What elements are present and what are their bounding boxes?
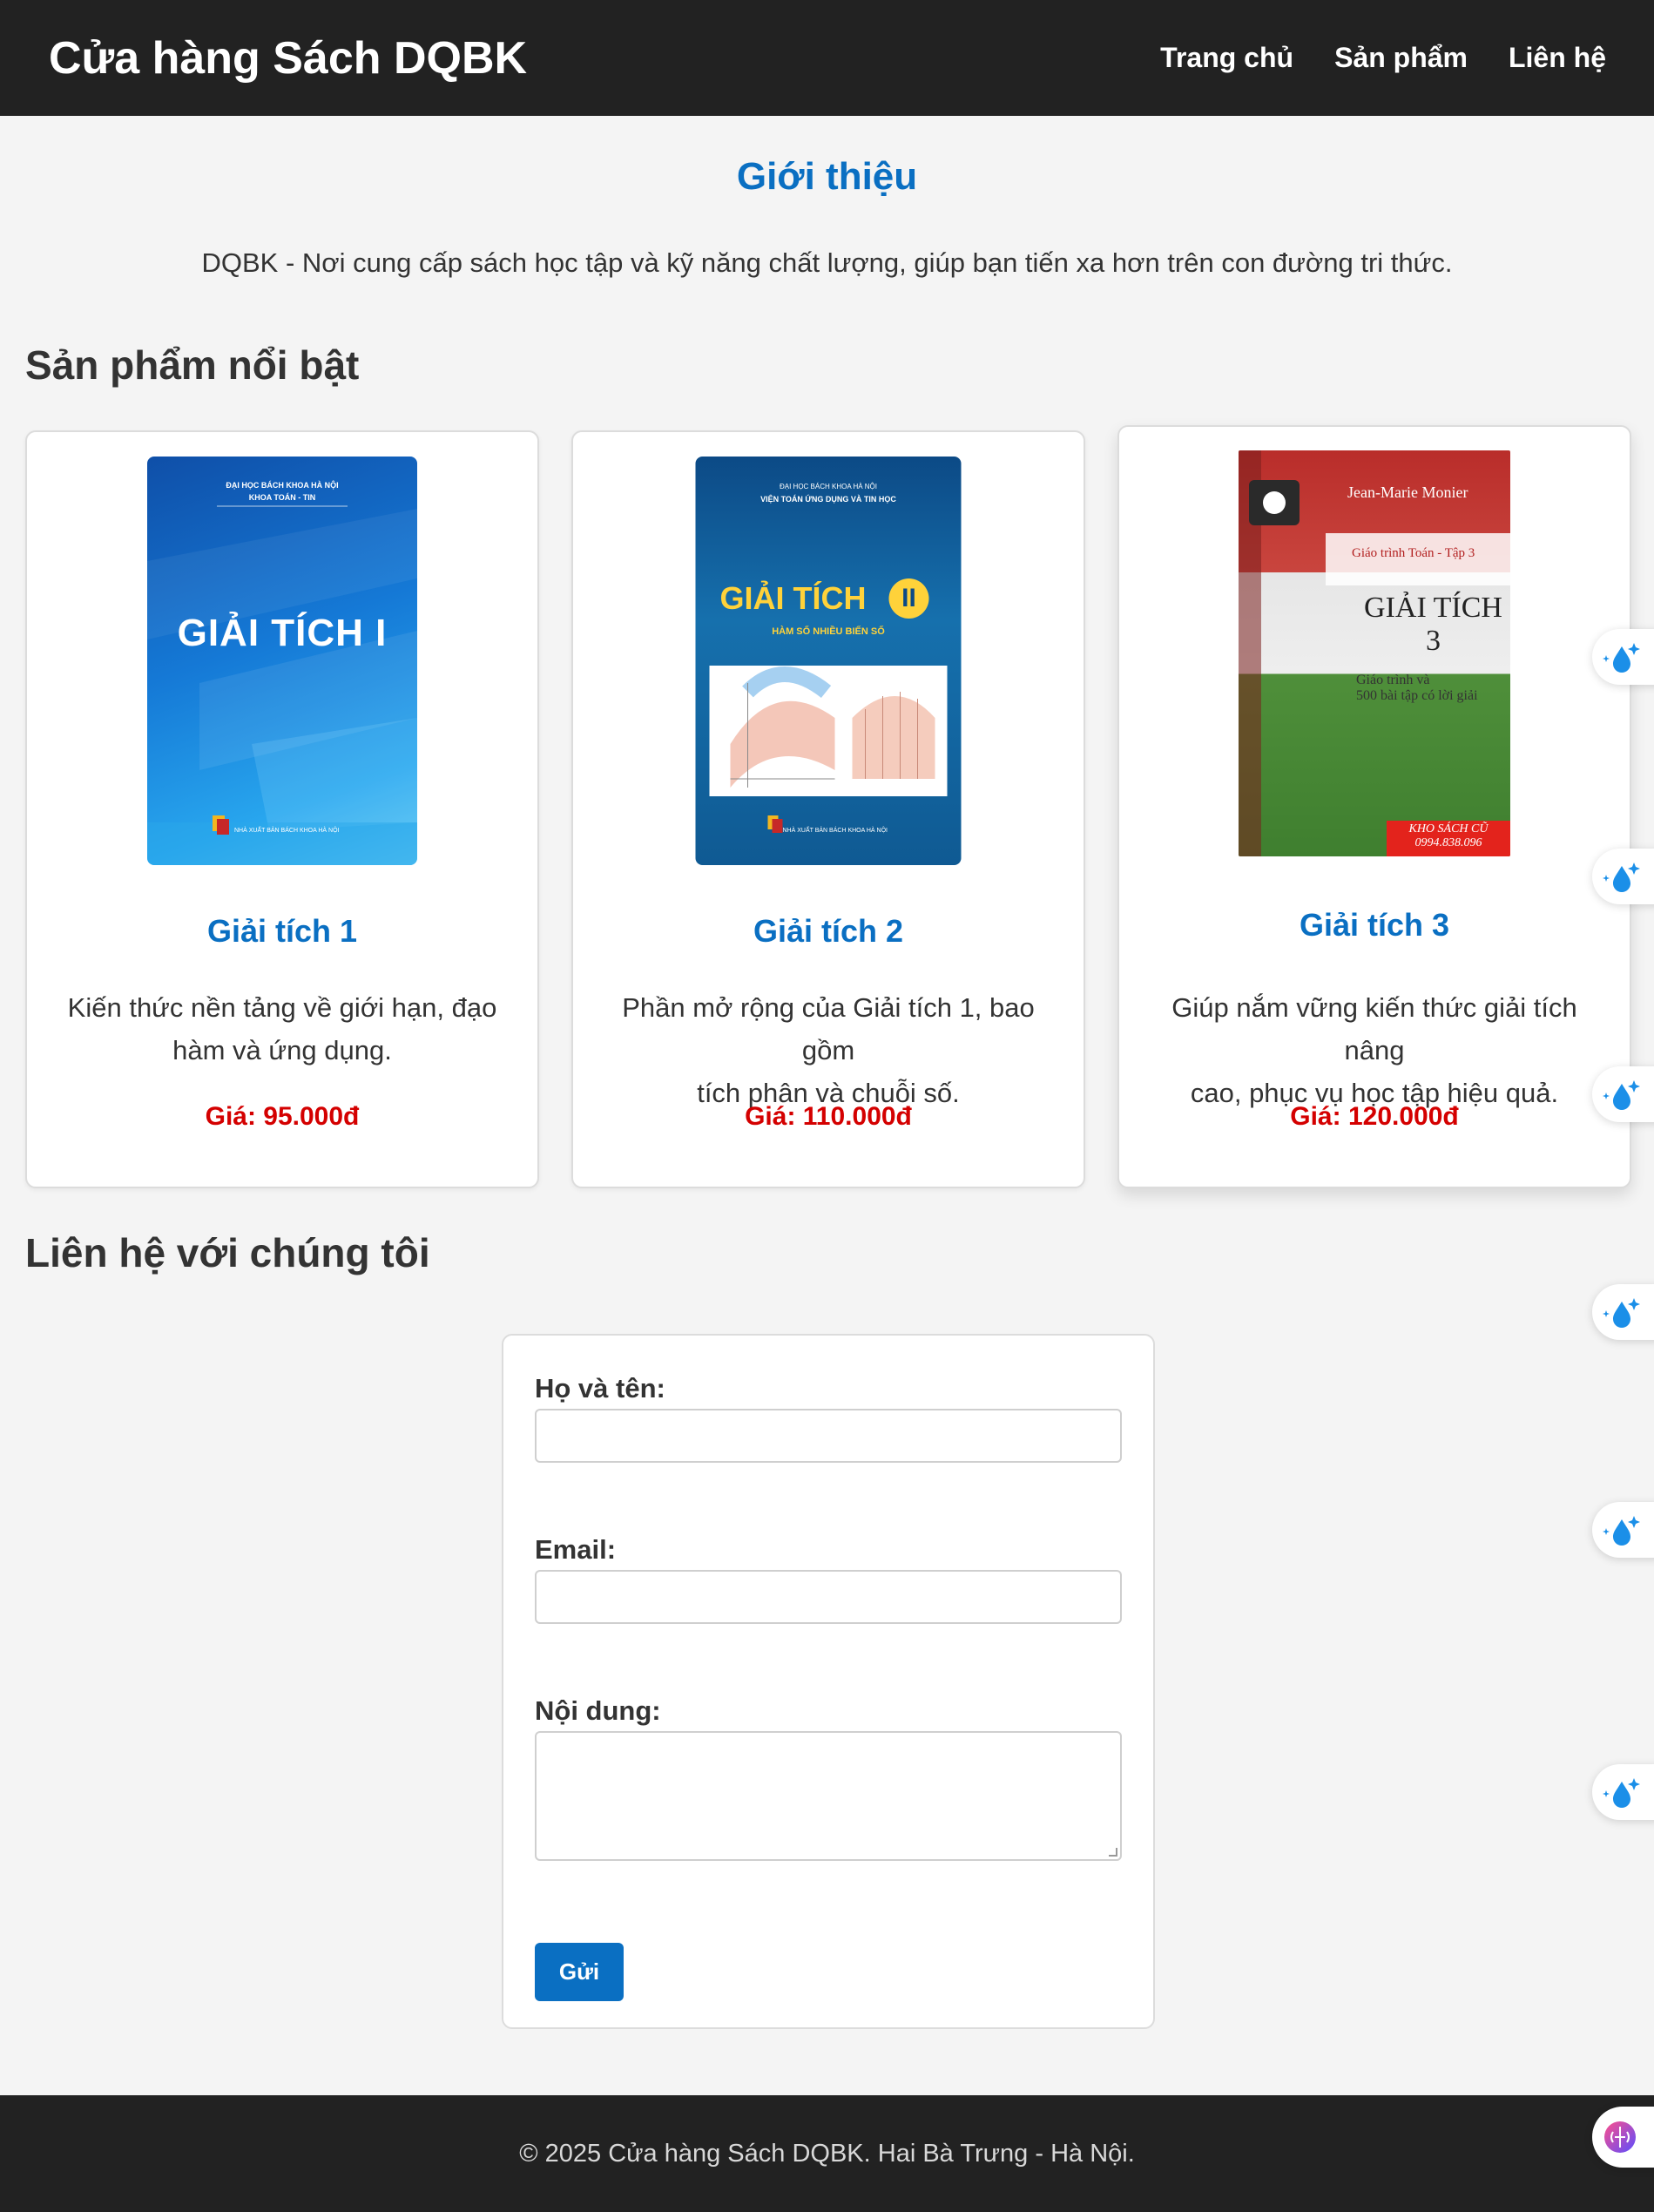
contact-heading: Liên hệ với chúng tôi	[25, 1230, 430, 1275]
drop-sparkle-icon	[1603, 643, 1640, 673]
cover-2-title: GIẢI TÍCH	[719, 580, 867, 616]
book-cover-2[interactable]: ĐẠI HỌC BÁCH KHOA HÀ NỘI VIỆN TOÁN ỨNG D…	[695, 457, 962, 865]
side-widget-6[interactable]	[1592, 1764, 1654, 1820]
cover-2-publisher: ĐẠI HỌC BÁCH KHOA HÀ NỘI	[779, 483, 878, 490]
cover-1-dept: KHOA TOÁN - TIN	[248, 493, 316, 502]
side-widget-4[interactable]	[1592, 1284, 1654, 1340]
email-label: Email:	[535, 1534, 617, 1565]
products-heading: Sản phẩm nổi bật	[25, 342, 360, 388]
cover-3-stamp-line2: 0994.838.096	[1414, 836, 1482, 849]
product-desc-1: Kiến thức nền tảng về giới hạn, đạo hàm …	[62, 986, 503, 1072]
cover-2-subtitle: HÀM SỐ NHIỀU BIẾN SỐ	[772, 626, 885, 637]
product-price-2: Giá: 110.000đ	[745, 1102, 912, 1131]
cover-2-numeral: II	[888, 578, 929, 619]
submit-button[interactable]: Gửi	[535, 1943, 624, 2001]
book-cover-3[interactable]: Jean-Marie Monier Giáo trình Toán - Tập …	[1239, 450, 1510, 856]
cover-art-1	[147, 505, 417, 865]
message-textarea[interactable]	[535, 1731, 1122, 1861]
cover-3-author: Jean-Marie Monier	[1347, 484, 1468, 501]
product-desc-2: Phần mở rộng của Giải tích 1, bao gồm tí…	[608, 986, 1049, 1114]
name-label: Họ và tên:	[535, 1373, 665, 1404]
cover-3-subtitle-line1: Giáo trình và	[1356, 673, 1430, 687]
drop-sparkle-icon	[1603, 1778, 1640, 1808]
cover-2-press: NHÀ XUẤT BẢN BÁCH KHOA HÀ NỘI	[782, 828, 888, 834]
cover-3-subtitle: Giáo trình và 500 bài tập có lời giải	[1356, 673, 1478, 704]
footer-text: © 2025 Cửa hàng Sách DQBK. Hai Bà Trưng …	[519, 2139, 1135, 2168]
message-label: Nội dung:	[535, 1695, 661, 1726]
intro-text: DQBK - Nơi cung cấp sách học tập và kỹ n…	[201, 247, 1453, 278]
side-widget-2[interactable]	[1592, 849, 1654, 904]
drop-sparkle-icon	[1603, 1080, 1640, 1110]
cover-2-dept: VIỆN TOÁN ỨNG DỤNG VÀ TIN HỌC	[760, 495, 896, 504]
side-widget-3[interactable]	[1592, 1066, 1654, 1122]
intro-title: Giới thiệu	[736, 155, 918, 198]
site-footer: © 2025 Cửa hàng Sách DQBK. Hai Bà Trưng …	[0, 2095, 1654, 2212]
cover-1-press: NHÀ XUẤT BẢN BÁCH KHOA HÀ NỘI	[234, 828, 340, 834]
product-title-1[interactable]: Giải tích 1	[27, 913, 537, 950]
product-card-2[interactable]: ĐẠI HỌC BÁCH KHOA HÀ NỘI VIỆN TOÁN ỨNG D…	[571, 430, 1085, 1188]
brand-title[interactable]: Cửa hàng Sách DQBK	[49, 32, 527, 85]
contact-form: Họ và tên: Email: Nội dung: Gửi	[502, 1334, 1155, 2029]
side-widget-5[interactable]	[1592, 1502, 1654, 1558]
drop-sparkle-icon	[1603, 1298, 1640, 1328]
nav-products[interactable]: Sản phẩm	[1334, 42, 1468, 74]
product-card-1[interactable]: ĐẠI HỌC BÁCH KHOA HÀ NỘI KHOA TOÁN - TIN…	[25, 430, 539, 1188]
book-cover-1[interactable]: ĐẠI HỌC BÁCH KHOA HÀ NỘI KHOA TOÁN - TIN…	[147, 457, 417, 865]
drop-sparkle-icon	[1603, 1516, 1640, 1546]
assistant-widget[interactable]	[1592, 2107, 1654, 2168]
cover-3-title: GIẢI TÍCH 3	[1364, 592, 1502, 657]
product-desc-3: Giúp nắm vững kiến thức giải tích nâng c…	[1154, 986, 1595, 1114]
cover-3-stamp-line1: KHO SÁCH CŨ	[1408, 822, 1489, 835]
site-header: Cửa hàng Sách DQBK Trang chủ Sản phẩm Li…	[0, 0, 1654, 116]
product-price-1: Giá: 95.000đ	[205, 1102, 360, 1131]
email-input[interactable]	[535, 1570, 1122, 1624]
brain-icon	[1604, 2121, 1636, 2153]
product-price-3: Giá: 120.000đ	[1290, 1102, 1459, 1131]
product-title-2[interactable]: Giải tích 2	[573, 913, 1084, 950]
product-desc-1-line1: Kiến thức nền tảng về giới hạn, đạo	[67, 992, 497, 1023]
cover-1-publisher: ĐẠI HỌC BÁCH KHOA HÀ NỘI	[226, 481, 339, 490]
cover-art-2	[709, 666, 948, 833]
cover-1-title: GIẢI TÍCH I	[177, 612, 388, 654]
product-desc-3-line1: Giúp nắm vững kiến thức giải tích nâng	[1171, 992, 1577, 1065]
side-widget-1[interactable]	[1592, 629, 1654, 685]
product-desc-1-line2: hàm và ứng dụng.	[172, 1035, 392, 1065]
name-input[interactable]	[535, 1409, 1122, 1463]
nav-home[interactable]: Trang chủ	[1160, 42, 1293, 74]
product-title-3[interactable]: Giải tích 3	[1119, 907, 1630, 944]
cover-3-stamp: KHO SÁCH CŨ 0994.838.096	[1387, 822, 1510, 850]
nav-contact[interactable]: Liên hệ	[1509, 42, 1606, 74]
product-card-3[interactable]: Jean-Marie Monier Giáo trình Toán - Tập …	[1117, 425, 1631, 1188]
drop-sparkle-icon	[1603, 862, 1640, 892]
cover-3-subtitle-line2: 500 bài tập có lời giải	[1356, 688, 1478, 703]
product-desc-2-line1: Phần mở rộng của Giải tích 1, bao gồm	[622, 992, 1035, 1065]
cover-3-series: Giáo trình Toán - Tập 3	[1352, 546, 1475, 560]
main-nav: Trang chủ Sản phẩm Liên hệ	[1160, 42, 1606, 74]
resize-handle[interactable]	[1109, 1848, 1117, 1857]
